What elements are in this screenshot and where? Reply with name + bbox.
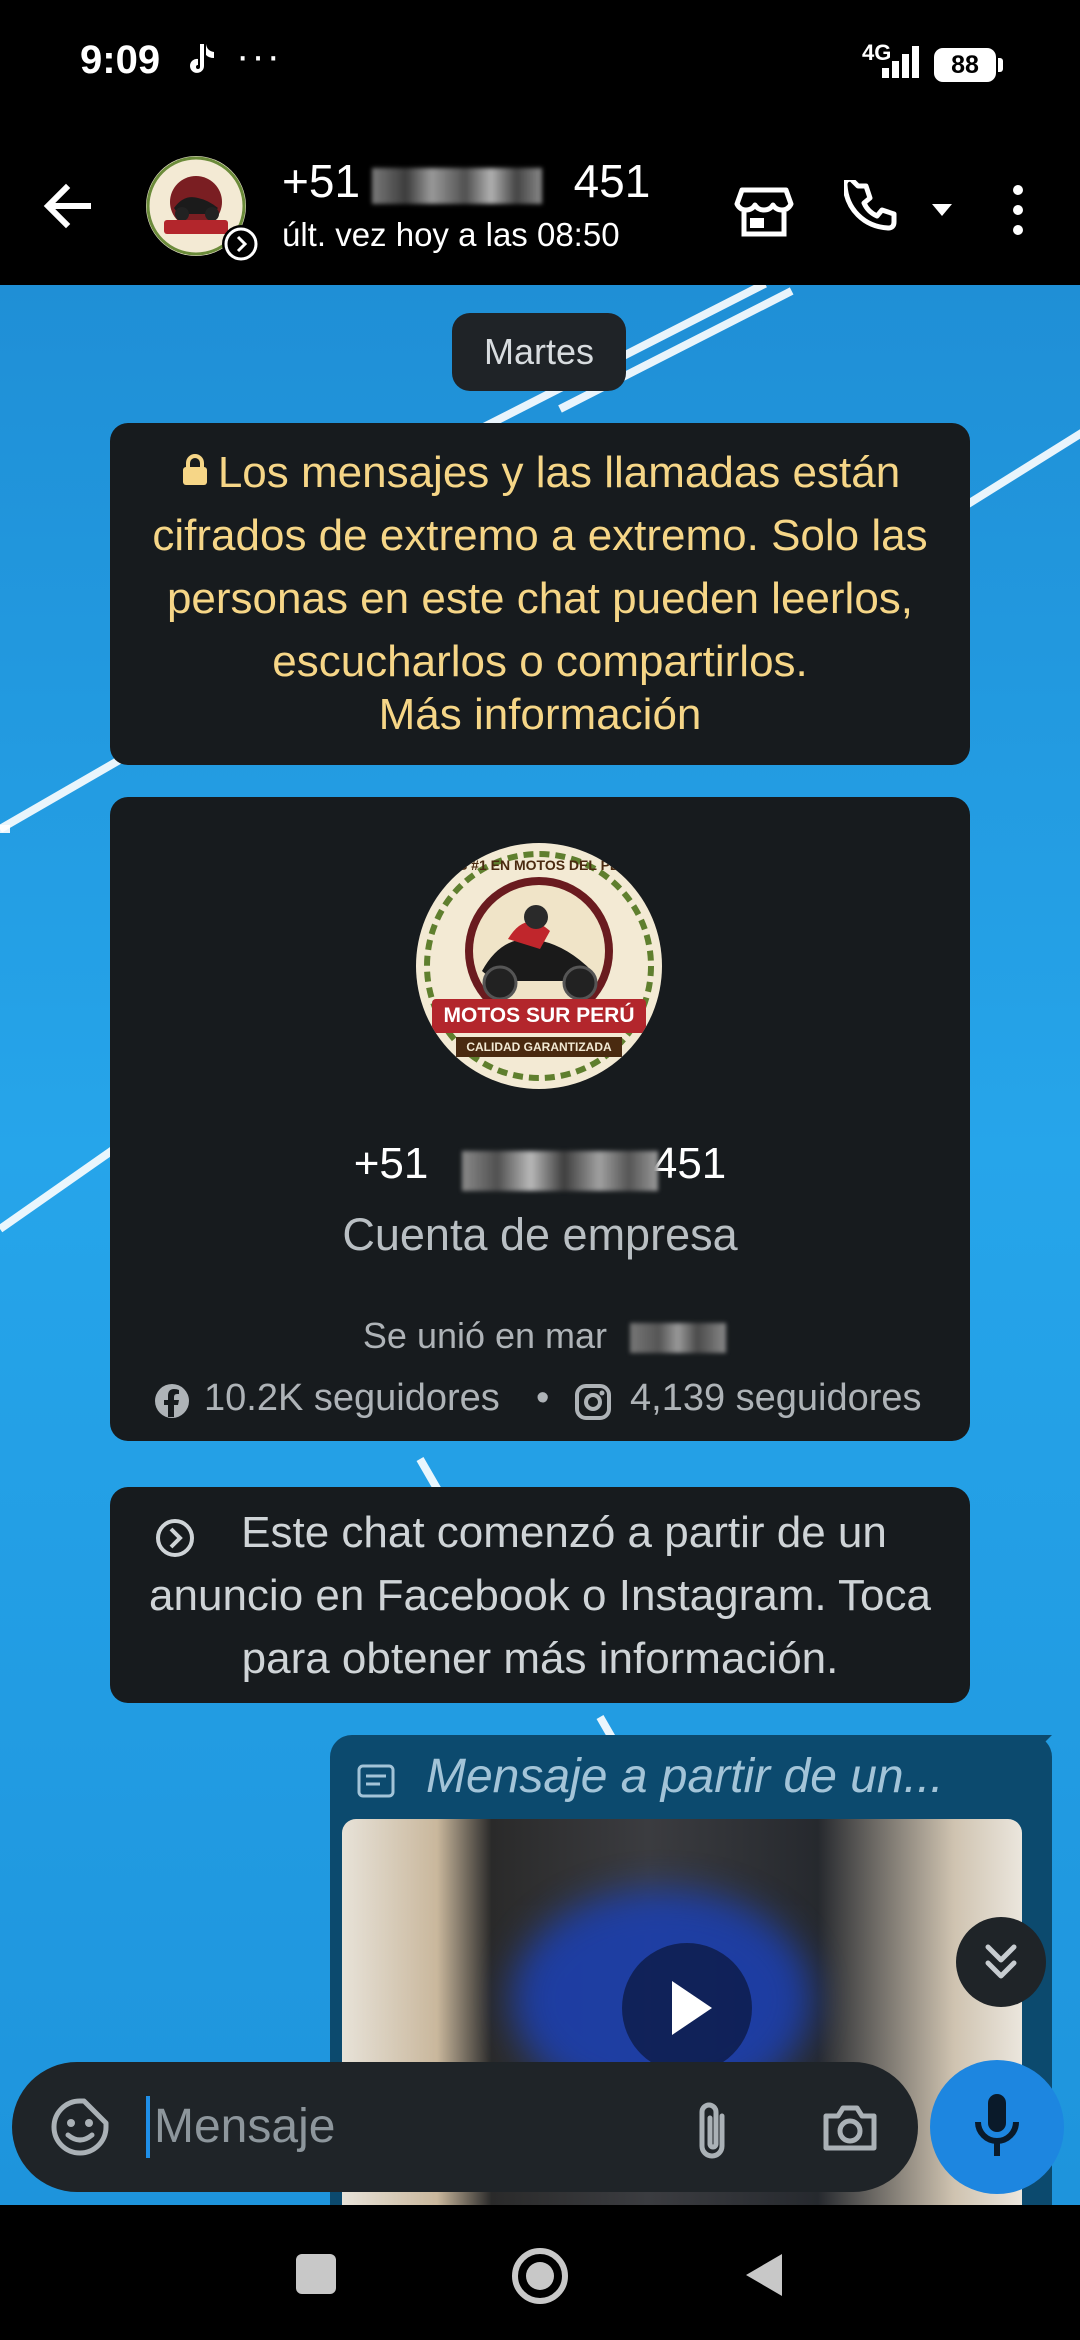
battery-tip: [998, 58, 1003, 72]
encryption-notice[interactable]: Los mensajes y las llamadas están cifrad…: [110, 423, 970, 765]
call-options-dropdown-icon[interactable]: [930, 202, 954, 223]
system-navigation-bar: [0, 2206, 1080, 2340]
wallpaper-stripe: [0, 1145, 117, 1233]
date-chip: Martes: [452, 313, 626, 391]
message-composer: [12, 2062, 918, 2192]
wallpaper-stripe: [0, 825, 10, 833]
message-input[interactable]: [152, 2092, 676, 2160]
contact-phone-prefix: +51: [282, 155, 361, 207]
joined-label: Se unió en mar: [362, 1315, 608, 1356]
ad-origin-notice[interactable]: Este chat comenzó a partir de un anuncio…: [110, 1487, 970, 1703]
recent-apps-icon[interactable]: [296, 2254, 336, 2294]
voice-call-icon[interactable]: [842, 176, 900, 241]
joined-date: Se unió en mar: [110, 1315, 970, 1357]
home-icon[interactable]: [510, 2246, 570, 2311]
more-info-link[interactable]: Más información: [110, 690, 970, 740]
ad-origin-text: Este chat comenzó a partir de un anuncio…: [110, 1501, 970, 1690]
instagram-followers: 4,139 seguidores: [630, 1377, 922, 1419]
chat-header: +51 451 últ. vez hoy a las 08:50: [0, 130, 1080, 285]
play-button[interactable]: [622, 1943, 752, 2073]
store-icon[interactable]: [734, 184, 794, 243]
voice-message-button[interactable]: [930, 2060, 1064, 2194]
ad-source-badge-icon: [222, 225, 260, 263]
business-logo[interactable]: LOS #1 EN MOTOS DEL PERÚ MOTOS SUR PERÚ …: [416, 843, 662, 1089]
instagram-icon: [574, 1383, 612, 1431]
redacted-phone-blur: [462, 1151, 658, 1191]
account-type: Cuenta de empresa: [342, 1209, 738, 1260]
ad-origin-body: Este chat comenzó a partir de un anuncio…: [149, 1508, 931, 1683]
attach-clip-icon[interactable]: [692, 2098, 732, 2165]
facebook-icon: [154, 1383, 190, 1429]
chat-area[interactable]: Martes Los mensajes y las llamadas están…: [0, 285, 1080, 2205]
tiktok-icon: [184, 40, 222, 85]
status-bar: 9:09 ··· 4G 88: [0, 0, 1080, 130]
logo-brand: MOTOS SUR PERÚ: [432, 999, 646, 1033]
notification-overflow-icon: ···: [236, 34, 282, 78]
wallpaper-stripe: [0, 755, 124, 833]
status-time: 9:09: [80, 38, 161, 82]
emoji-sticker-icon[interactable]: [50, 2097, 110, 2162]
battery-icon: 88: [934, 48, 996, 82]
contact-phone-suffix: 451: [573, 155, 651, 207]
last-seen-status: últ. vez hoy a las 08:50: [282, 216, 620, 253]
signal-icon: [880, 44, 924, 85]
redacted-year-blur: [630, 1323, 726, 1353]
business-phone-prefix: +51: [353, 1139, 429, 1188]
scroll-to-bottom-button[interactable]: [956, 1917, 1046, 2007]
encryption-notice-text: Los mensajes y las llamadas están cifrad…: [110, 441, 970, 693]
ad-message-icon: [356, 1763, 396, 1804]
more-options-icon[interactable]: [1008, 182, 1028, 243]
text-cursor: [146, 2096, 150, 2158]
lock-icon: [182, 454, 207, 485]
logo-tagline: CALIDAD GARANTIZADA: [456, 1037, 622, 1057]
facebook-followers: 10.2K seguidores: [204, 1377, 500, 1419]
logo-top-text: LOS #1 EN MOTOS DEL PERÚ: [438, 857, 640, 873]
redacted-phone-blur: [372, 168, 542, 204]
business-phone-suffix: 451: [652, 1139, 727, 1188]
camera-icon[interactable]: [820, 2102, 880, 2159]
wallpaper-stripe: [957, 399, 1080, 513]
back-arrow-icon[interactable]: [40, 178, 96, 239]
separator-dot: •: [536, 1377, 550, 1419]
back-triangle-icon[interactable]: [742, 2250, 786, 2305]
business-profile-card[interactable]: LOS #1 EN MOTOS DEL PERÚ MOTOS SUR PERÚ …: [110, 797, 970, 1441]
ad-message-label: Mensaje a partir de un...: [426, 1750, 944, 1803]
encryption-notice-body: Los mensajes y las llamadas están cifrad…: [152, 448, 928, 686]
